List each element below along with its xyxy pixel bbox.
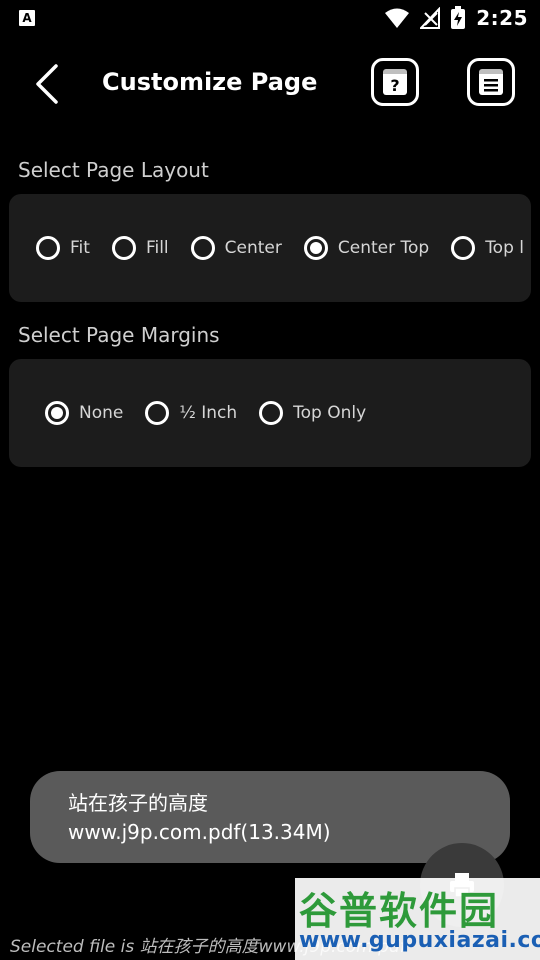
layout-option-label: Fill <box>145 238 169 258</box>
layout-option-label: Center <box>224 238 282 258</box>
status-bar: A 2:25 <box>0 0 540 36</box>
margins-radio-group: None ½ Inch Top Only <box>45 359 388 467</box>
no-signal-icon <box>420 7 441 29</box>
radio-dot <box>309 242 322 254</box>
margins-options-card: None ½ Inch Top Only <box>9 359 531 467</box>
help-button[interactable]: ? <box>371 58 419 106</box>
notification-app-icon: A <box>19 10 35 26</box>
page-layout-button[interactable] <box>467 58 515 106</box>
svg-text:?: ? <box>390 76 399 95</box>
layout-option-fit[interactable]: Fit <box>36 236 90 260</box>
margin-option-label: ½ Inch <box>179 403 238 423</box>
margin-option-inch[interactable]: ½ Inch <box>145 401 237 425</box>
margins-section-label: Select Page Margins <box>18 323 220 347</box>
toast-line-2: www.j9p.com.pdf(13.34M) <box>68 820 331 844</box>
layout-option-top-l[interactable]: Top l <box>451 236 524 260</box>
site-watermark: 谷普软件园 www.gupuxiazai.com <box>295 878 540 960</box>
radio-unchecked-icon <box>259 401 284 425</box>
help-book-icon: ? <box>383 69 407 95</box>
layout-option-label: Center Top <box>337 238 430 258</box>
page-layout-icon <box>479 69 503 95</box>
page-title: Customize Page <box>102 68 318 96</box>
layout-option-label: Fit <box>70 238 90 258</box>
back-button[interactable] <box>26 60 70 108</box>
radio-unchecked-icon <box>451 236 476 260</box>
layout-option-fill[interactable]: Fill <box>111 236 169 260</box>
wifi-icon <box>385 8 410 28</box>
status-time: 2:25 <box>476 6 528 30</box>
radio-unchecked-icon <box>111 236 136 260</box>
radio-unchecked-icon <box>36 236 60 260</box>
radio-unchecked-icon <box>190 236 215 260</box>
layout-options-card: Fit Fill Center Center Top Top l <box>9 194 531 302</box>
margin-option-label: Top Only <box>293 403 367 423</box>
radio-unchecked-icon <box>145 401 170 425</box>
back-arrow-icon <box>36 64 58 104</box>
app-bar: Customize Page ? <box>0 48 540 120</box>
toast-line-1: 站在孩子的高度 <box>68 791 208 815</box>
margin-option-label: None <box>79 403 124 423</box>
watermark-url: www.gupuxiazai.com <box>299 928 540 953</box>
layout-option-center-top[interactable]: Center Top <box>303 236 430 260</box>
margin-option-none[interactable]: None <box>45 401 123 425</box>
watermark-title: 谷普软件园 <box>299 889 500 933</box>
margin-option-top-only[interactable]: Top Only <box>259 401 366 425</box>
layout-radio-group: Fit Fill Center Center Top Top l <box>36 194 531 302</box>
layout-section-label: Select Page Layout <box>18 158 209 182</box>
layout-option-label: Top l <box>485 238 525 258</box>
layout-option-center[interactable]: Center <box>190 236 282 260</box>
battery-charging-icon <box>451 6 466 29</box>
radio-checked-icon <box>303 236 328 260</box>
radio-checked-icon <box>45 401 69 425</box>
status-right-group: 2:25 <box>384 6 528 30</box>
radio-dot <box>51 407 63 419</box>
